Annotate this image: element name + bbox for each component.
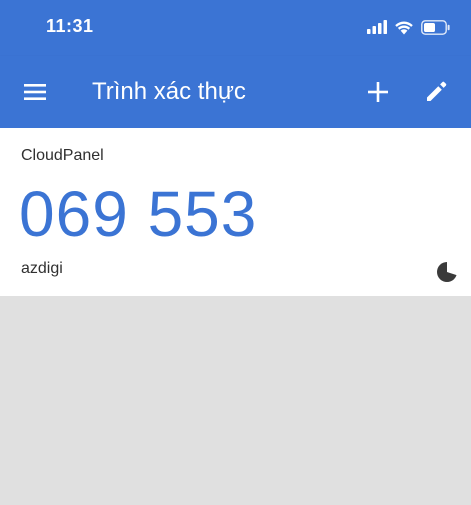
pencil-icon[interactable] (423, 77, 451, 105)
battery-icon (421, 19, 450, 35)
status-bar: 11:31 (0, 0, 471, 56)
account-name: azdigi (21, 260, 63, 277)
signal-icon (367, 20, 387, 34)
countdown-timer-icon (437, 261, 458, 282)
account-issuer: CloudPanel (21, 147, 104, 164)
account-card[interactable]: CloudPanel 069 553 azdigi (0, 128, 471, 296)
app-bar: Trình xác thực (0, 56, 471, 128)
otp-code[interactable]: 069 553 (19, 178, 257, 250)
plus-icon[interactable] (364, 78, 392, 106)
status-icons (367, 18, 451, 36)
app-title: Trình xác thực (92, 78, 246, 105)
status-time: 11:31 (46, 16, 94, 36)
wifi-icon (395, 21, 413, 34)
menu-icon[interactable] (22, 79, 48, 105)
